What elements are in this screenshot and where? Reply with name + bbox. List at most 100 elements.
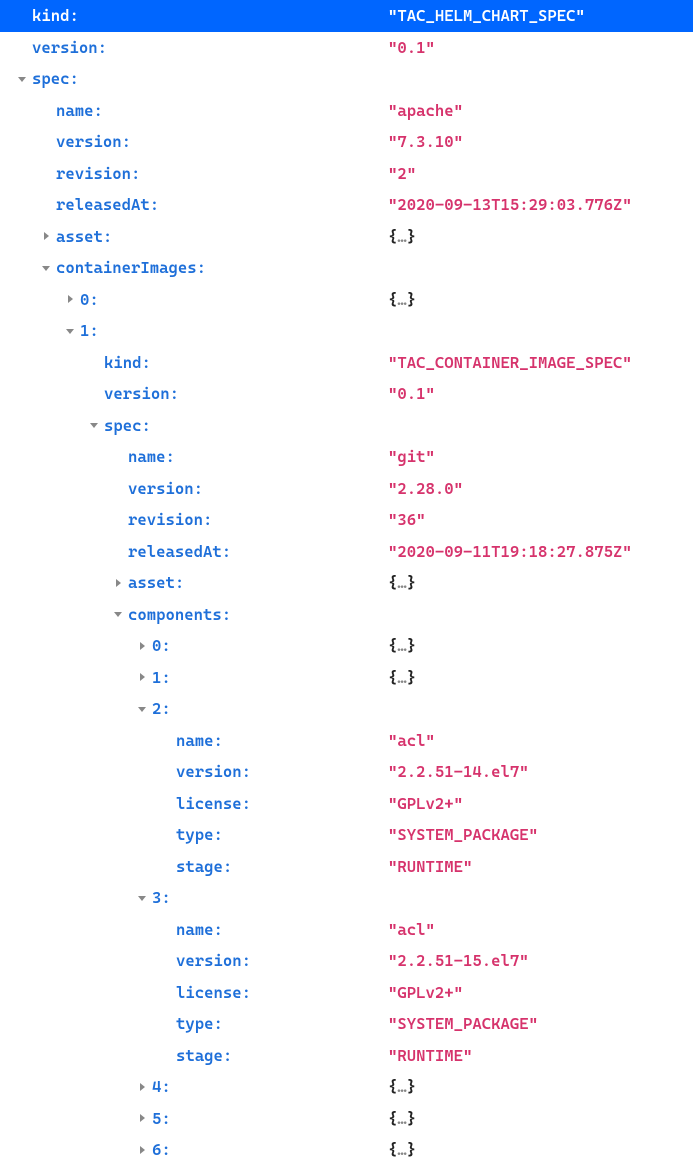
tree-row[interactable]: components: — [0, 599, 693, 631]
tree-value: "TAC_CONTAINER_IMAGE_SPEC" — [388, 353, 632, 372]
tree-value: "acl" — [388, 731, 435, 750]
tree-key: 6: — [152, 1140, 171, 1159]
tree-key: stage: — [176, 857, 232, 876]
toggle-collapsed-icon[interactable] — [38, 228, 54, 244]
tree-row[interactable]: stage: "RUNTIME" — [0, 851, 693, 883]
toggle-expanded-icon[interactable] — [86, 417, 102, 433]
tree-key: name: — [176, 920, 223, 939]
tree-key: type: — [176, 1014, 223, 1033]
tree-value: "0.1" — [388, 38, 435, 57]
tree-row[interactable]: 0: {…} — [0, 284, 693, 316]
toggle-collapsed-icon[interactable] — [134, 1110, 150, 1126]
tree-row[interactable]: 4: {…} — [0, 1071, 693, 1103]
tree-row[interactable]: 1: {…} — [0, 662, 693, 694]
tree-row[interactable]: license: "GPLv2+" — [0, 788, 693, 820]
tree-row[interactable]: name: "git" — [0, 441, 693, 473]
tree-row[interactable]: name: "acl" — [0, 725, 693, 757]
tree-row[interactable]: kind: "TAC_HELM_CHART_SPEC" — [0, 0, 693, 32]
toggle-collapsed-icon[interactable] — [110, 575, 126, 591]
tree-key: name: — [128, 447, 175, 466]
tree-value: "apache" — [388, 101, 463, 120]
tree-row[interactable]: version: "0.1" — [0, 32, 693, 64]
tree-key: 2: — [152, 699, 171, 718]
tree-key: containerImages: — [56, 258, 206, 277]
tree-value: "RUNTIME" — [388, 1046, 472, 1065]
tree-row[interactable]: 5: {…} — [0, 1103, 693, 1135]
tree-row[interactable]: version: "2.2.51-14.el7" — [0, 756, 693, 788]
tree-key: version: — [176, 762, 251, 781]
toggle-expanded-icon[interactable] — [38, 260, 54, 276]
tree-value: "2.2.51-14.el7" — [388, 762, 529, 781]
tree-key: spec: — [32, 69, 79, 88]
tree-row[interactable]: 3: — [0, 882, 693, 914]
tree-collapsed-value: {…} — [388, 573, 416, 592]
tree-row[interactable]: 2: — [0, 693, 693, 725]
tree-row[interactable]: version: "0.1" — [0, 378, 693, 410]
tree-key: revision: — [56, 164, 140, 183]
toggle-expanded-icon[interactable] — [14, 71, 30, 87]
tree-collapsed-value: {…} — [388, 1109, 416, 1128]
tree-row[interactable]: spec: — [0, 63, 693, 95]
tree-row[interactable]: type: "SYSTEM_PACKAGE" — [0, 1008, 693, 1040]
tree-row[interactable]: containerImages: — [0, 252, 693, 284]
tree-row[interactable]: version: "2.2.51-15.el7" — [0, 945, 693, 977]
tree-key: 1: — [152, 668, 171, 687]
toggle-collapsed-icon[interactable] — [62, 291, 78, 307]
tree-value: "acl" — [388, 920, 435, 939]
tree-key: license: — [176, 794, 251, 813]
tree-row[interactable]: type: "SYSTEM_PACKAGE" — [0, 819, 693, 851]
tree-row[interactable]: kind: "TAC_CONTAINER_IMAGE_SPEC" — [0, 347, 693, 379]
tree-value: "2020-09-13T15:29:03.776Z" — [388, 195, 632, 214]
tree-row[interactable]: asset: {…} — [0, 567, 693, 599]
json-tree: kind: "TAC_HELM_CHART_SPEC" version: "0.… — [0, 0, 693, 1166]
toggle-expanded-icon[interactable] — [134, 890, 150, 906]
toggle-collapsed-icon[interactable] — [134, 1142, 150, 1158]
tree-key: releasedAt: — [56, 195, 159, 214]
tree-row[interactable]: version: "2.28.0" — [0, 473, 693, 505]
tree-key: asset: — [128, 573, 184, 592]
tree-row[interactable]: version: "7.3.10" — [0, 126, 693, 158]
tree-key: kind: — [32, 6, 79, 25]
tree-value: "TAC_HELM_CHART_SPEC" — [388, 6, 585, 25]
tree-key: version: — [56, 132, 131, 151]
tree-row[interactable]: stage: "RUNTIME" — [0, 1040, 693, 1072]
tree-value: "36" — [388, 510, 426, 529]
tree-value: "SYSTEM_PACKAGE" — [388, 825, 538, 844]
tree-key: 4: — [152, 1077, 171, 1096]
tree-key: kind: — [104, 353, 151, 372]
tree-key: 0: — [80, 290, 99, 309]
tree-row[interactable]: 1: — [0, 315, 693, 347]
tree-row[interactable]: name: "acl" — [0, 914, 693, 946]
tree-row[interactable]: spec: — [0, 410, 693, 442]
tree-row[interactable]: revision: "2" — [0, 158, 693, 190]
tree-value: "RUNTIME" — [388, 857, 472, 876]
tree-row[interactable]: asset: {…} — [0, 221, 693, 253]
toggle-collapsed-icon[interactable] — [134, 638, 150, 654]
toggle-collapsed-icon[interactable] — [134, 669, 150, 685]
tree-key: name: — [56, 101, 103, 120]
tree-key: version: — [32, 38, 107, 57]
tree-collapsed-value: {…} — [388, 636, 416, 655]
tree-row[interactable]: license: "GPLv2+" — [0, 977, 693, 1009]
tree-key: version: — [128, 479, 203, 498]
tree-collapsed-value: {…} — [388, 1077, 416, 1096]
tree-key: spec: — [104, 416, 151, 435]
toggle-expanded-icon[interactable] — [62, 323, 78, 339]
toggle-expanded-icon[interactable] — [134, 701, 150, 717]
tree-value: "2020-09-11T19:18:27.875Z" — [388, 542, 632, 561]
tree-value: "GPLv2+" — [388, 983, 463, 1002]
tree-collapsed-value: {…} — [388, 1140, 416, 1159]
toggle-expanded-icon[interactable] — [110, 606, 126, 622]
toggle-collapsed-icon[interactable] — [134, 1079, 150, 1095]
tree-key: 0: — [152, 636, 171, 655]
tree-row[interactable]: 6: {…} — [0, 1134, 693, 1166]
tree-row[interactable]: revision: "36" — [0, 504, 693, 536]
tree-key: license: — [176, 983, 251, 1002]
tree-key: type: — [176, 825, 223, 844]
tree-row[interactable]: releasedAt: "2020-09-11T19:18:27.875Z" — [0, 536, 693, 568]
tree-row[interactable]: 0: {…} — [0, 630, 693, 662]
tree-collapsed-value: {…} — [388, 290, 416, 309]
tree-row[interactable]: releasedAt: "2020-09-13T15:29:03.776Z" — [0, 189, 693, 221]
tree-key: 3: — [152, 888, 171, 907]
tree-row[interactable]: name: "apache" — [0, 95, 693, 127]
